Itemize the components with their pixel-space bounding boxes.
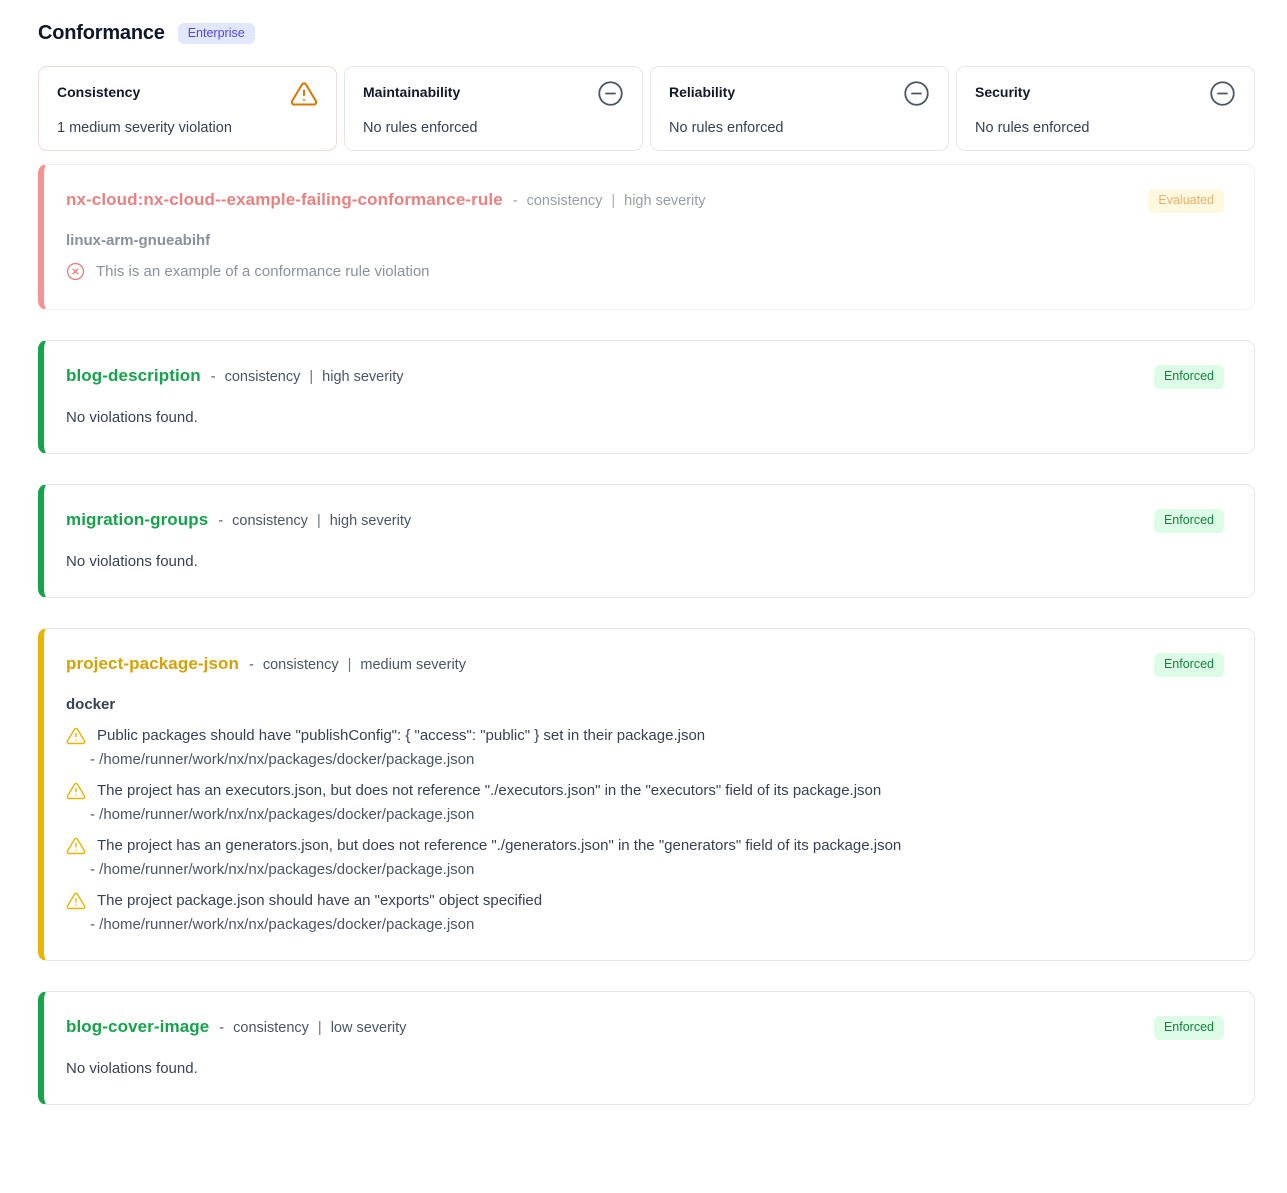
rule-card-project-package-json: project-package-json - consistency | med… (38, 628, 1255, 961)
rule-meta: - consistency | high severity (218, 513, 411, 529)
rule-result-text: No violations found. (66, 1060, 1104, 1077)
meta-dash: - (513, 193, 518, 209)
rule-card-blog-description: blog-description - consistency | high se… (38, 340, 1255, 454)
meta-dash: - (218, 513, 223, 529)
warning-triangle-icon (66, 726, 86, 746)
minus-circle-icon (597, 80, 624, 107)
rule-category: consistency (225, 369, 301, 385)
violation-item: The project has an executors.json, but d… (66, 780, 1104, 823)
status-badge: Enforced (1154, 509, 1224, 533)
warning-triangle-icon (66, 891, 86, 911)
rule-category: consistency (527, 193, 603, 209)
rule-severity: low severity (331, 1020, 407, 1036)
summary-card-reliability: Reliability No rules enforced (650, 66, 949, 151)
summary-card-title: Reliability (669, 80, 735, 100)
conformance-page: Conformance Enterprise Consistency 1 med… (38, 0, 1255, 1105)
violation-message: Public packages should have "publishConf… (97, 725, 705, 746)
violation-file-path: - /home/runner/work/nx/nx/packages/docke… (90, 861, 1104, 878)
rule-meta: - consistency | high severity (513, 193, 706, 209)
summary-card-maintainability: Maintainability No rules enforced (344, 66, 643, 151)
violation-message: The project package.json should have an … (97, 890, 542, 911)
summary-card-security: Security No rules enforced (956, 66, 1255, 151)
violation-item: Public packages should have "publishConf… (66, 725, 1104, 768)
rule-severity: medium severity (360, 657, 466, 673)
rule-meta: - consistency | low severity (219, 1020, 406, 1036)
project-name: docker (66, 696, 1104, 713)
meta-pipe: | (318, 1020, 322, 1036)
meta-dash: - (219, 1020, 224, 1036)
violation-message: The project has an executors.json, but d… (97, 780, 881, 801)
rule-name-link[interactable]: blog-description (66, 366, 201, 386)
rule-category: consistency (233, 1020, 309, 1036)
warning-triangle-icon (290, 80, 318, 108)
minus-circle-icon (1209, 80, 1236, 107)
violation-list: This is an example of a conformance rule… (66, 261, 1104, 282)
summary-card-title: Security (975, 80, 1030, 100)
violation-message: The project has an generators.json, but … (97, 835, 901, 856)
rule-name-link[interactable]: project-package-json (66, 654, 239, 674)
rule-name-link[interactable]: blog-cover-image (66, 1017, 209, 1037)
rule-card-blog-cover-image: blog-cover-image - consistency | low sev… (38, 991, 1255, 1105)
summary-card-title: Consistency (57, 80, 140, 100)
rule-name-link[interactable]: nx-cloud:nx-cloud--example-failing-confo… (66, 190, 503, 210)
violation-item: The project package.json should have an … (66, 890, 1104, 933)
summary-card-status: No rules enforced (363, 120, 624, 136)
rule-card-example-failing: nx-cloud:nx-cloud--example-failing-confo… (38, 164, 1255, 310)
violation-file-path: - /home/runner/work/nx/nx/packages/docke… (90, 751, 1104, 768)
rule-result-text: No violations found. (66, 409, 1104, 426)
summary-card-consistency: Consistency 1 medium severity violation (38, 66, 337, 151)
summary-card-status: No rules enforced (669, 120, 930, 136)
status-badge: Enforced (1154, 1016, 1224, 1040)
violation-item: The project has an generators.json, but … (66, 835, 1104, 878)
rule-severity: high severity (624, 193, 705, 209)
rule-severity: high severity (322, 369, 403, 385)
status-badge: Evaluated (1148, 189, 1224, 213)
enterprise-badge: Enterprise (178, 23, 255, 45)
rule-severity: high severity (330, 513, 411, 529)
meta-pipe: | (317, 513, 321, 529)
violation-item: This is an example of a conformance rule… (66, 261, 1104, 282)
status-badge: Enforced (1154, 365, 1224, 389)
summary-cards: Consistency 1 medium severity violation … (38, 66, 1255, 151)
summary-card-status: 1 medium severity violation (57, 120, 318, 136)
project-name: linux-arm-gnueabihf (66, 232, 1104, 249)
rule-result-text: No violations found. (66, 553, 1104, 570)
rule-name-link[interactable]: migration-groups (66, 510, 208, 530)
rule-meta: - consistency | high severity (211, 369, 404, 385)
summary-card-title: Maintainability (363, 80, 460, 100)
violation-file-path: - /home/runner/work/nx/nx/packages/docke… (90, 806, 1104, 823)
meta-pipe: | (611, 193, 615, 209)
violation-message: This is an example of a conformance rule… (96, 261, 430, 282)
meta-dash: - (249, 657, 254, 673)
status-badge: Enforced (1154, 653, 1224, 677)
violation-file-path: - /home/runner/work/nx/nx/packages/docke… (90, 916, 1104, 933)
rule-category: consistency (232, 513, 308, 529)
meta-pipe: | (309, 369, 313, 385)
rule-category: consistency (263, 657, 339, 673)
meta-pipe: | (348, 657, 352, 673)
warning-triangle-icon (66, 781, 86, 801)
rule-card-migration-groups: migration-groups - consistency | high se… (38, 484, 1255, 598)
meta-dash: - (211, 369, 216, 385)
summary-card-status: No rules enforced (975, 120, 1236, 136)
rule-meta: - consistency | medium severity (249, 657, 466, 673)
page-header: Conformance Enterprise (38, 22, 1255, 45)
minus-circle-icon (903, 80, 930, 107)
violation-list: Public packages should have "publishConf… (66, 725, 1104, 933)
x-circle-icon (66, 262, 85, 281)
page-title: Conformance (38, 22, 165, 45)
warning-triangle-icon (66, 836, 86, 856)
